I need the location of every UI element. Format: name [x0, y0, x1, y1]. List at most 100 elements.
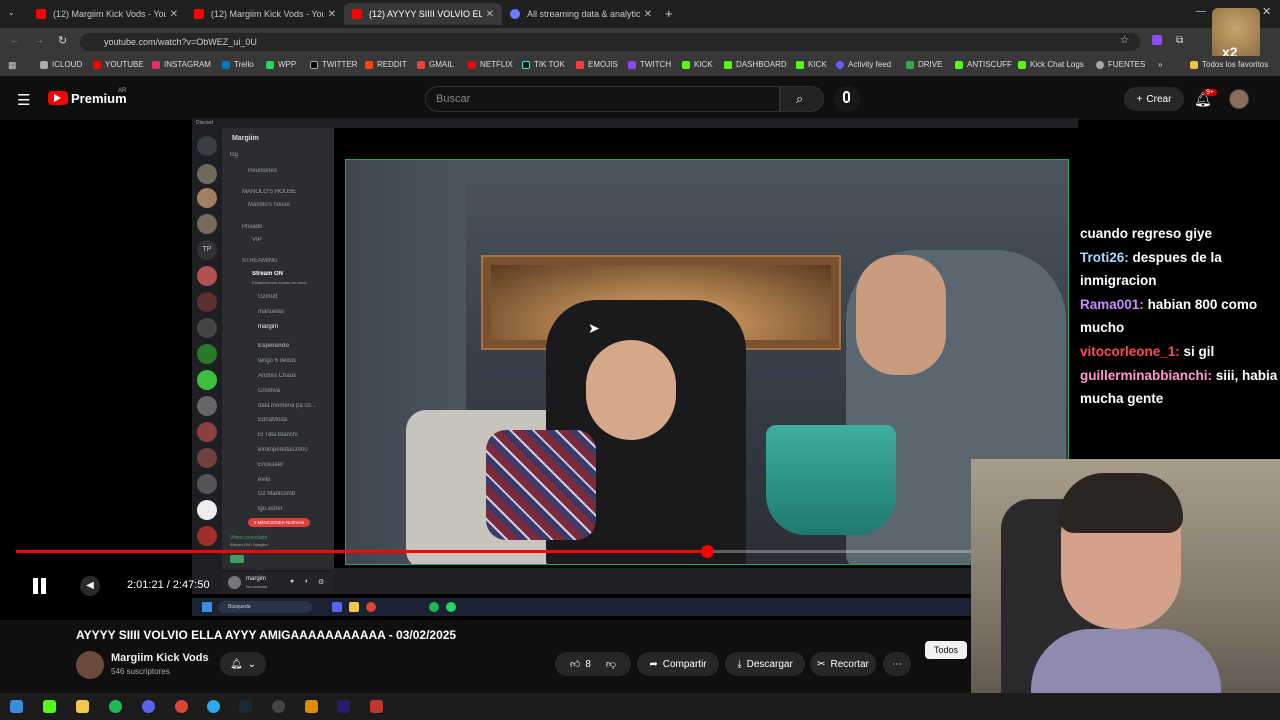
server-icon[interactable]: TP	[197, 240, 217, 260]
bookmark-star-icon[interactable]: ☆	[1120, 35, 1129, 46]
extensions-puzzle-icon[interactable]: ⧉	[1176, 35, 1183, 46]
voicemeeter-icon[interactable]	[370, 700, 383, 713]
server-icon[interactable]	[197, 526, 217, 546]
avatar[interactable]	[1229, 89, 1249, 109]
bookmark-item[interactable]: GMAIL	[417, 60, 454, 69]
folder-icon[interactable]	[76, 700, 89, 713]
chrome-icon[interactable]	[175, 700, 188, 713]
server-icon[interactable]	[197, 448, 217, 468]
server-icon[interactable]	[197, 136, 217, 156]
channel-item[interactable]: Manolo's house	[248, 202, 348, 208]
create-button[interactable]: + Crear	[1124, 87, 1184, 111]
apps-grid-icon[interactable]: ▦	[8, 60, 18, 70]
extension-icon[interactable]	[1152, 35, 1162, 45]
bookmark-item[interactable]: FUENTES	[1096, 60, 1145, 69]
bookmark-item[interactable]: TIK TOK	[522, 60, 565, 69]
window-close-icon[interactable]: ✕	[1262, 5, 1271, 18]
server-icon[interactable]	[197, 396, 217, 416]
bookmark-item[interactable]: TWITCH	[628, 60, 671, 69]
server-icon[interactable]	[197, 214, 217, 234]
server-name[interactable]: Margiim	[232, 135, 259, 142]
server-icon[interactable]	[197, 500, 217, 520]
forward-icon[interactable]: →	[34, 35, 44, 46]
mic-icon[interactable]: ●	[290, 578, 294, 585]
volume-icon[interactable]: ◀	[80, 576, 100, 596]
obs-icon[interactable]	[272, 700, 285, 713]
headphones-icon[interactable]: ◖	[304, 578, 308, 585]
bookmarks-more[interactable]: »	[1158, 60, 1162, 69]
channel-category[interactable]: Privado	[242, 224, 342, 230]
subscribed-bell-button[interactable]: 🔔︎ ⌄	[220, 652, 266, 676]
telegram-icon[interactable]	[207, 700, 220, 713]
bookmark-item[interactable]: DRIVE	[906, 60, 942, 69]
menu-icon[interactable]: ☰	[17, 91, 30, 109]
channel-category[interactable]: STREAMING	[242, 258, 342, 264]
bookmark-item[interactable]: DASHBOARD	[724, 60, 787, 69]
server-icon[interactable]	[197, 422, 217, 442]
browser-tab[interactable]: All streaming data & analytics ✕	[502, 3, 660, 25]
bookmark-item[interactable]: EMOJIS	[576, 60, 618, 69]
like-icon[interactable]: 👍︎	[570, 658, 580, 670]
browser-tab-active[interactable]: (12) AYYYY SIIII VOLVIO ELL ✕	[344, 3, 502, 25]
all-favorites[interactable]: Todos los favoritos	[1190, 60, 1268, 69]
back-icon[interactable]: ←	[10, 35, 20, 46]
dislike-icon[interactable]: 👎︎	[606, 658, 616, 670]
browser-tab[interactable]: (12) Margiim Kick Vods - YouTu ✕	[28, 3, 186, 25]
clip-button[interactable]: ✂ Recortar	[810, 652, 876, 676]
like-count[interactable]: 8	[585, 659, 591, 670]
more-actions-button[interactable]: ⋯	[883, 652, 911, 676]
spotify-icon[interactable]	[109, 700, 122, 713]
pause-button[interactable]	[31, 577, 49, 595]
mentions-badge[interactable]: 2 MENCIONES NUEVAS	[248, 518, 310, 527]
bookmark-item[interactable]: Activity feed	[836, 60, 891, 69]
settings-gear-icon[interactable]: ⚙	[318, 578, 324, 586]
discord-icon[interactable]	[142, 700, 155, 713]
url-input[interactable]: youtube.com/watch?v=ObWEZ_ui_0U	[80, 33, 1140, 51]
minimize-icon[interactable]: —	[1196, 6, 1206, 17]
server-icon[interactable]	[197, 164, 217, 184]
camera-button[interactable]	[230, 555, 244, 563]
bookmark-item[interactable]: REDDIT	[365, 60, 407, 69]
steam-icon[interactable]	[239, 700, 252, 713]
download-button[interactable]: ⤓ Descargar	[725, 652, 805, 676]
server-icon[interactable]	[197, 318, 217, 338]
server-icon[interactable]	[197, 344, 217, 364]
search-input[interactable]: Buscar	[425, 86, 780, 112]
bookmark-item[interactable]: ICLOUD	[40, 60, 82, 69]
channel-item[interactable]: Reuniones	[248, 168, 348, 174]
bookmark-item[interactable]: KICK	[796, 60, 827, 69]
bookmark-item[interactable]: YOUTUBE	[93, 60, 144, 69]
server-icon[interactable]	[197, 188, 217, 208]
app-icon[interactable]	[305, 700, 318, 713]
search-button[interactable]: ⌕	[780, 86, 824, 112]
microphone-button[interactable]	[834, 86, 860, 112]
channel-category[interactable]: MANOLO'S HOUSE	[242, 189, 342, 195]
bookmark-item[interactable]: KICK	[682, 60, 713, 69]
bookmark-item[interactable]: NETFLIX	[468, 60, 513, 69]
kick-icon[interactable]	[43, 700, 56, 713]
close-icon[interactable]: ✕	[170, 9, 178, 20]
channel-avatar[interactable]	[76, 651, 104, 679]
close-icon[interactable]: ✕	[328, 9, 336, 20]
premiere-icon[interactable]	[337, 700, 350, 713]
new-tab-icon[interactable]: +	[665, 6, 673, 21]
tab-list-icon[interactable]: ⌄	[8, 8, 18, 18]
server-icon[interactable]	[197, 370, 217, 390]
server-icon[interactable]	[197, 292, 217, 312]
close-icon[interactable]: ✕	[486, 9, 494, 20]
close-icon[interactable]: ✕	[644, 9, 652, 20]
windows-start-icon[interactable]	[10, 700, 23, 713]
bookmark-item[interactable]: INSTAGRAM	[152, 60, 211, 69]
bookmark-item[interactable]: WPP	[266, 60, 296, 69]
reload-icon[interactable]: ↻	[58, 34, 67, 47]
bookmark-item[interactable]: TWITTER	[310, 60, 358, 69]
avatar[interactable]	[228, 576, 241, 589]
channel-name[interactable]: Margiim Kick Vods	[111, 652, 209, 664]
server-icon[interactable]	[197, 474, 217, 494]
bookmark-item[interactable]: Trello	[222, 60, 254, 69]
browser-tab[interactable]: (12) Margiim Kick Vods - YouTu ✕	[186, 3, 344, 25]
bookmark-item[interactable]: ANTISCUFF	[955, 60, 1012, 69]
server-icon[interactable]	[197, 266, 217, 286]
filter-chip-all[interactable]: Todos	[925, 641, 967, 659]
bookmark-item[interactable]: Kick Chat Logs	[1018, 60, 1084, 69]
